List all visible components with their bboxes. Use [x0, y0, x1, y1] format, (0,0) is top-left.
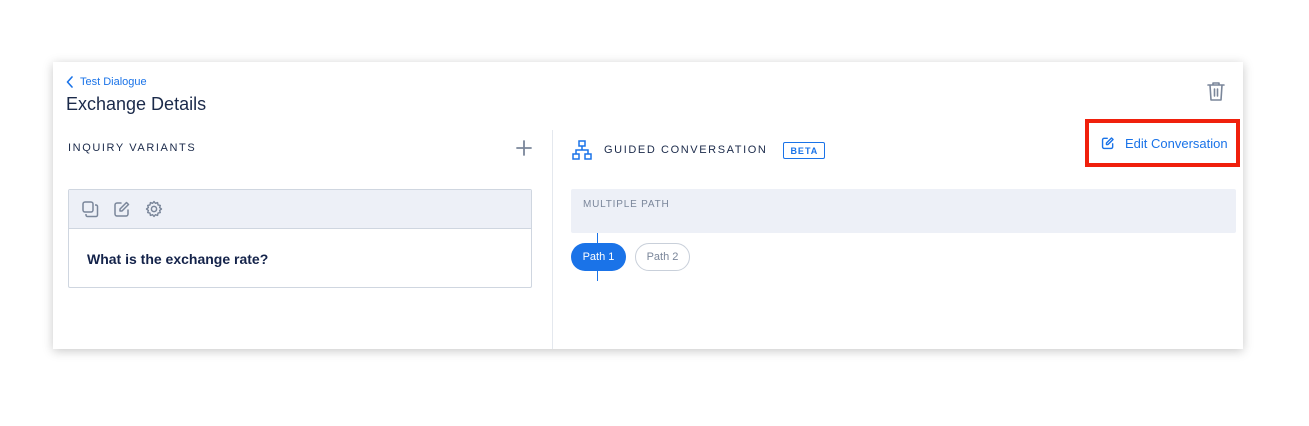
inquiry-variant-text[interactable]: What is the exchange rate? — [87, 251, 268, 267]
column-divider — [552, 130, 553, 349]
multiple-path-panel: MULTIPLE PATH — [571, 189, 1236, 233]
trash-icon[interactable] — [1205, 80, 1227, 102]
edit-icon — [1101, 137, 1114, 150]
copy-icon[interactable] — [81, 200, 99, 218]
back-link[interactable]: Test Dialogue — [66, 76, 147, 88]
path-2-tab[interactable]: Path 2 — [635, 243, 690, 271]
edit-conversation-label[interactable]: Edit Conversation — [1125, 136, 1228, 151]
path-1-tab[interactable]: Path 1 — [571, 243, 626, 271]
guided-conversation-header: GUIDED CONVERSATION BETA — [572, 140, 826, 160]
chevron-left-icon — [66, 76, 73, 88]
plus-icon[interactable] — [515, 139, 533, 157]
guided-conversation-title: GUIDED CONVERSATION — [604, 144, 768, 156]
multiple-path-label: MULTIPLE PATH — [583, 199, 670, 210]
variant-toolbar — [69, 190, 531, 229]
edit-conversation-button[interactable]: Edit Conversation — [1085, 119, 1240, 167]
exchange-details-card: Test Dialogue Exchange Details INQUIRY V… — [53, 62, 1243, 349]
gear-icon[interactable] — [145, 200, 163, 218]
beta-badge: BETA — [783, 141, 826, 159]
inquiry-variant-card: What is the exchange rate? — [68, 189, 532, 288]
sitemap-icon — [572, 140, 592, 160]
back-link-label[interactable]: Test Dialogue — [80, 76, 147, 88]
page-title: Exchange Details — [66, 94, 207, 114]
inquiry-variants-title: INQUIRY VARIANTS — [68, 142, 197, 154]
edit-icon[interactable] — [113, 200, 131, 218]
